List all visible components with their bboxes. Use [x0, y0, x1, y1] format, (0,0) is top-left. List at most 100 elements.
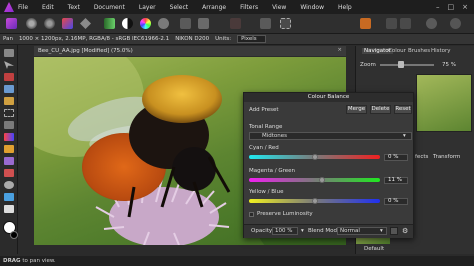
menu-filters[interactable]: Filters	[240, 4, 258, 11]
marquee-tool-icon[interactable]	[4, 109, 14, 117]
settings-icon[interactable]	[450, 18, 461, 29]
paint-brush-icon[interactable]	[4, 145, 14, 153]
quick-mask-icon[interactable]	[280, 18, 291, 29]
preserve-luminosity-label: Preserve Luminosity	[257, 211, 313, 217]
tab-history[interactable]: History	[431, 48, 451, 54]
tab-brushes[interactable]: Brushes	[408, 48, 430, 54]
healing-brush-icon[interactable]	[4, 169, 14, 177]
chevron-down-icon: ▾	[380, 228, 383, 234]
user-icon[interactable]	[426, 18, 437, 29]
menu-layer[interactable]: Layer	[139, 4, 156, 11]
close-document-icon[interactable]: ×	[337, 47, 342, 53]
delete-button[interactable]: Delete	[370, 105, 391, 114]
clone-brush-icon[interactable]	[4, 157, 14, 165]
close-window-icon[interactable]: ×	[462, 3, 468, 11]
opacity-value: 100 %	[275, 228, 293, 234]
status-bar: DRAG to pan view.	[0, 256, 474, 266]
pan-toggle-icon[interactable]	[386, 18, 397, 29]
yellow-blue-value[interactable]: 0 %	[384, 198, 408, 205]
text-tool-icon[interactable]	[4, 205, 14, 213]
photo-persona-icon[interactable]	[6, 18, 17, 29]
flood-select-icon[interactable]	[4, 97, 14, 105]
tools-panel	[0, 45, 18, 254]
selection-tools-icon[interactable]	[260, 18, 271, 29]
tool-name: Pan	[3, 36, 13, 42]
auto-white-balance-icon[interactable]	[158, 18, 169, 29]
zoom-value[interactable]: 75 %	[442, 62, 456, 68]
menu-select[interactable]: Select	[170, 4, 189, 11]
auto-colours-icon[interactable]	[140, 18, 151, 29]
arrange-icon[interactable]	[198, 18, 209, 29]
camera-info: NIKON D200	[175, 36, 210, 42]
liquify-persona-icon[interactable]	[26, 18, 37, 29]
blend-options-button[interactable]	[390, 227, 398, 235]
menu-document[interactable]: Document	[94, 4, 125, 11]
magenta-green-value[interactable]: 11 %	[384, 177, 408, 184]
develop-persona-icon[interactable]	[44, 18, 55, 29]
cyan-red-knob[interactable]	[311, 154, 318, 160]
tonal-range-value: Midtones	[262, 133, 288, 139]
menu-file[interactable]: File	[18, 4, 28, 11]
chevron-down-icon: ▾	[403, 133, 406, 139]
gradient-tool-icon[interactable]	[4, 133, 14, 141]
yellow-blue-knob[interactable]	[311, 198, 318, 204]
merge-button[interactable]: Merge	[346, 105, 367, 114]
view-tool-icon[interactable]	[4, 49, 14, 57]
menu-help[interactable]: Help	[338, 4, 352, 11]
reset-button[interactable]: Reset	[394, 105, 412, 114]
document-tab[interactable]: Bee_CU_AA.jpg [Modified] (75.0%) ×	[34, 46, 346, 56]
layer-label: Default	[364, 246, 385, 252]
tonal-range-dropdown[interactable]: Midtones ▾	[249, 132, 412, 140]
tone-mapping-persona-icon[interactable]	[62, 18, 73, 29]
units-dropdown[interactable]: Pixels	[237, 35, 266, 43]
transform-icon[interactable]	[180, 18, 191, 29]
gear-icon[interactable]: ⚙	[402, 227, 408, 235]
menu-view[interactable]: View	[272, 4, 286, 11]
cyan-red-label: Cyan / Red	[249, 145, 279, 151]
dialog-title: Colour Balance	[244, 93, 413, 102]
auto-levels-icon[interactable]	[104, 18, 115, 29]
dodge-tool-icon[interactable]	[4, 181, 14, 189]
opacity-chevron-icon[interactable]: ▾	[301, 228, 304, 234]
crop-tool-icon[interactable]	[4, 73, 14, 81]
assistant-icon[interactable]	[360, 18, 371, 29]
menu-text[interactable]: Text	[68, 4, 80, 11]
magenta-green-knob[interactable]	[318, 177, 325, 183]
panel-tab-effects[interactable]: fects	[415, 154, 428, 160]
secondary-colour-swatch[interactable]	[10, 231, 18, 239]
yellow-blue-label: Yellow / Blue	[249, 189, 284, 195]
preserve-luminosity-checkbox[interactable]	[249, 212, 254, 217]
panel-tab-transform[interactable]: Transform	[433, 154, 460, 160]
opacity-field[interactable]: 100 %	[272, 227, 298, 235]
zoom-slider[interactable]	[380, 64, 434, 66]
menu-window[interactable]: Window	[300, 4, 324, 11]
tab-colour[interactable]: Colour	[388, 48, 406, 54]
auto-contrast-icon[interactable]	[122, 18, 133, 29]
menu-edit[interactable]: Edit	[42, 4, 54, 11]
zoom-label: Zoom	[360, 62, 376, 68]
freehand-select-icon[interactable]	[4, 121, 14, 129]
affinity-photo-logo-icon	[4, 2, 14, 12]
shape-tool-icon[interactable]	[4, 193, 14, 201]
blend-mode-dropdown[interactable]: Normal ▾	[337, 227, 387, 235]
view-mode-icon[interactable]	[400, 18, 411, 29]
magenta-green-slider[interactable]	[249, 178, 380, 182]
status-hint-bold: DRAG	[3, 258, 21, 264]
navigator-thumbnail	[416, 74, 472, 132]
menu-bar: File Edit Text Document Layer Select Arr…	[0, 0, 474, 14]
cyan-red-value[interactable]: 0 %	[384, 154, 408, 161]
document-info: 1000 × 1200px, 2.16MP, RGBA/8 - sRGB IEC…	[18, 36, 170, 42]
maximize-icon[interactable]: □	[448, 3, 455, 11]
zoom-slider-knob[interactable]	[398, 61, 404, 68]
export-persona-icon[interactable]	[80, 18, 91, 29]
snapping-icon[interactable]	[230, 18, 241, 29]
menu-arrange[interactable]: Arrange	[202, 4, 226, 11]
selection-brush-icon[interactable]	[4, 85, 14, 93]
colour-balance-dialog: Colour Balance Add Preset Merge Delete R…	[243, 92, 414, 238]
magenta-green-label: Magenta / Green	[249, 168, 296, 174]
move-tool-icon[interactable]	[4, 61, 14, 69]
opacity-label: Opacity:	[251, 228, 274, 234]
minimize-icon[interactable]: –	[436, 3, 440, 11]
add-preset-button[interactable]: Add Preset	[249, 107, 279, 113]
status-hint: to pan view.	[20, 258, 56, 264]
